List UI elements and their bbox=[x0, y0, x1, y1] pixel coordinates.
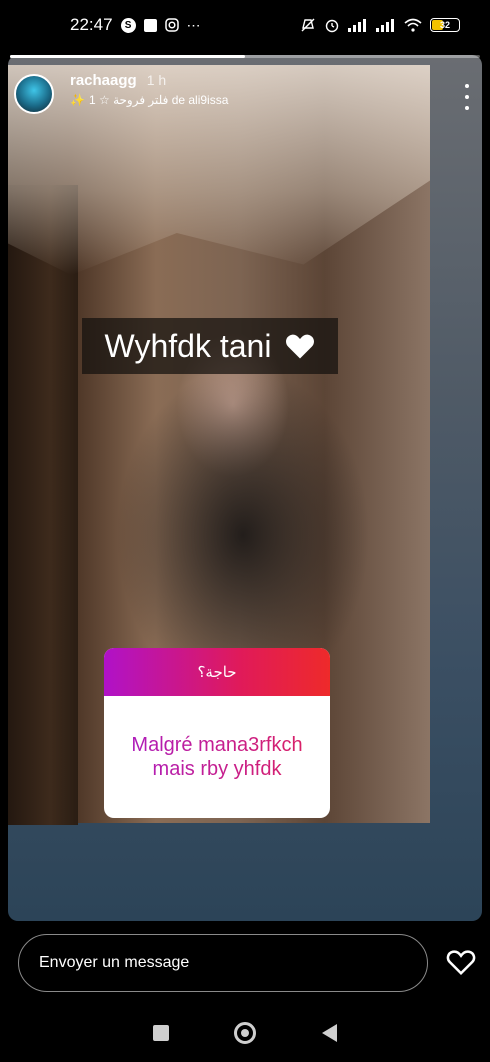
alarm-icon bbox=[324, 17, 340, 33]
ellipsis-icon: ⋯ bbox=[186, 16, 201, 33]
back-icon[interactable] bbox=[322, 1024, 338, 1042]
photo-door bbox=[8, 185, 78, 825]
mute-icon bbox=[300, 17, 316, 33]
signal-icon bbox=[348, 18, 368, 32]
status-bar: 22:47 S ⋯ 32 bbox=[0, 0, 490, 50]
recents-icon[interactable] bbox=[152, 1025, 169, 1041]
sparkle-icon: ✨ bbox=[70, 93, 85, 107]
square-icon bbox=[143, 18, 157, 32]
status-time: 22:47 bbox=[70, 15, 113, 34]
user-line: rachaagg 1 h bbox=[70, 72, 228, 89]
question-prompt: حاجة؟ bbox=[104, 648, 330, 696]
avatar[interactable] bbox=[14, 74, 54, 114]
story-progress-fill bbox=[10, 55, 245, 58]
battery-icon: 32 bbox=[430, 18, 460, 32]
message-placeholder: Envoyer un message bbox=[39, 954, 190, 971]
story-progress bbox=[10, 55, 480, 58]
android-nav-bar bbox=[0, 1004, 490, 1062]
effect-line[interactable]: ✨ فلتر فروحة ☆ 1 de ali9issa bbox=[70, 93, 228, 107]
signal-icon bbox=[376, 18, 396, 32]
wifi-icon bbox=[404, 18, 422, 32]
caption-text: Wyhfdk tani bbox=[104, 327, 272, 364]
status-left: 22:47 S ⋯ bbox=[70, 15, 201, 35]
instagram-icon bbox=[164, 18, 179, 32]
heart-icon bbox=[286, 334, 315, 359]
story-caption: Wyhfdk tani bbox=[82, 318, 338, 374]
s-circle-icon: S bbox=[120, 17, 136, 33]
effect-label: فلتر فروحة ☆ 1 de ali9issa bbox=[88, 93, 229, 107]
question-answer: Malgré mana3rfkch mais rby yhfdk bbox=[104, 696, 330, 818]
dot-icon bbox=[465, 95, 469, 99]
story-header: rachaagg 1 h ✨ فلتر فروحة ☆ 1 de ali9iss… bbox=[14, 72, 474, 122]
username[interactable]: rachaagg bbox=[70, 72, 137, 89]
dot-icon bbox=[465, 106, 469, 110]
story-time: 1 h bbox=[146, 72, 167, 88]
story-header-text: rachaagg 1 h ✨ فلتر فروحة ☆ 1 de ali9iss… bbox=[70, 72, 228, 107]
more-options-button[interactable] bbox=[460, 84, 474, 110]
status-right: 32 bbox=[300, 17, 460, 33]
home-icon[interactable] bbox=[234, 1022, 257, 1044]
like-heart-icon[interactable] bbox=[446, 948, 476, 976]
message-input[interactable]: Envoyer un message bbox=[18, 934, 428, 992]
dot-icon bbox=[465, 84, 469, 88]
question-sticker[interactable]: حاجة؟ Malgré mana3rfkch mais rby yhfdk bbox=[104, 648, 330, 818]
battery-level: 32 bbox=[439, 20, 450, 30]
